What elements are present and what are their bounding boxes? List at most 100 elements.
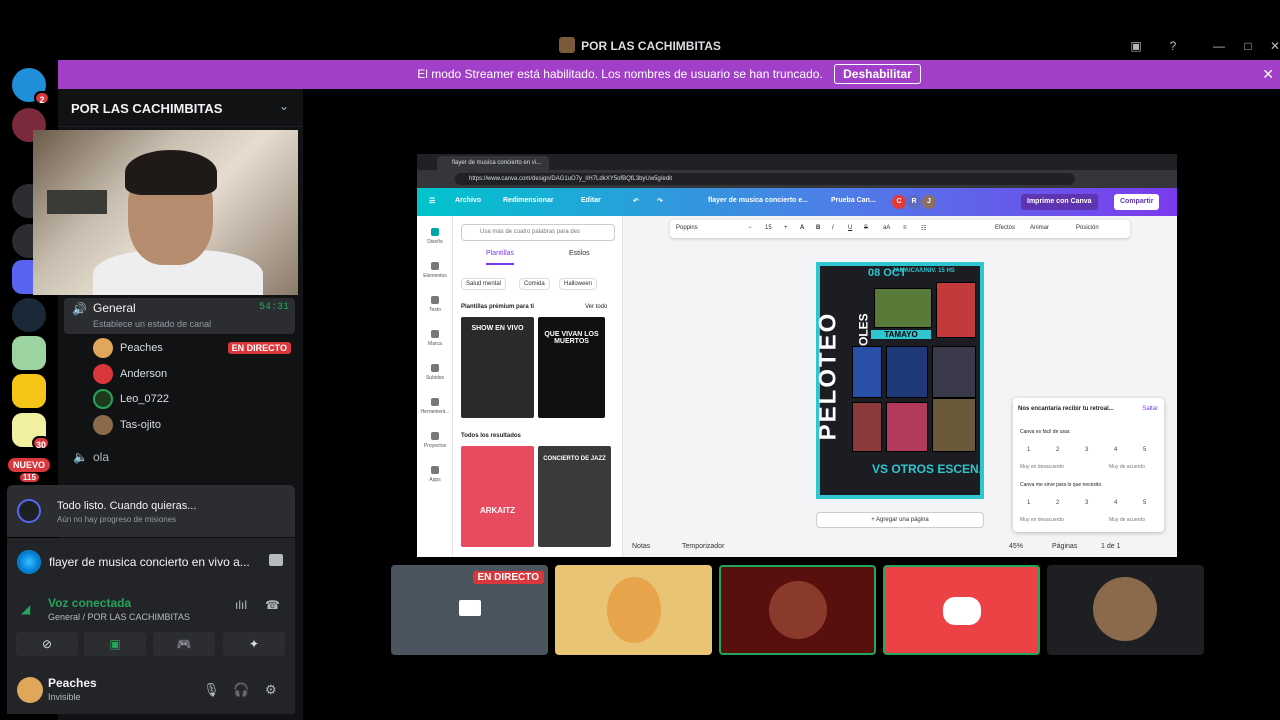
- inbox-icon[interactable]: ▣: [1127, 38, 1145, 54]
- survey-skip-button[interactable]: Saltar: [1142, 406, 1158, 412]
- microphone-icon[interactable]: 🎙: [203, 682, 220, 698]
- nav-design[interactable]: Diseño: [417, 228, 453, 245]
- align-icon[interactable]: ≡: [903, 225, 907, 231]
- live-badge[interactable]: EN DIRECTO: [227, 342, 291, 354]
- effects-button[interactable]: Efectos: [995, 225, 1015, 231]
- redo-icon[interactable]: ↷: [657, 197, 663, 205]
- menu-edit[interactable]: Editar: [581, 197, 601, 204]
- minimize-button[interactable]: —: [1210, 38, 1228, 54]
- participant-tile-user[interactable]: [1047, 565, 1204, 655]
- gear-icon[interactable]: ⚙: [265, 682, 277, 698]
- url-field[interactable]: https://www.canva.com/design/DAG1uO7y_l/…: [455, 173, 1075, 185]
- template-thumbnail[interactable]: SHOW EN VIVO: [461, 317, 534, 418]
- poster-bottom-text[interactable]: VS OTROS ESCENARIOS: [872, 462, 984, 476]
- rating-option[interactable]: 2: [1056, 500, 1059, 506]
- rating-option[interactable]: 1: [1027, 500, 1030, 506]
- stream-screen-icon[interactable]: [269, 554, 283, 566]
- pages-button[interactable]: Páginas: [1052, 543, 1077, 550]
- rating-option[interactable]: 5: [1143, 500, 1146, 506]
- tab-templates[interactable]: Plantillas: [486, 250, 515, 265]
- poster-photo[interactable]: [852, 402, 882, 452]
- template-thumbnail[interactable]: QUE VIVAN LOS MUERTOS: [538, 317, 605, 418]
- tab-styles[interactable]: Estilos: [569, 250, 590, 257]
- position-button[interactable]: Posición: [1076, 225, 1099, 231]
- poster-photo[interactable]: [936, 282, 976, 338]
- template-thumbnail[interactable]: CONCIERTO DE JAZZ: [538, 446, 611, 547]
- letter-case-icon[interactable]: aA: [883, 225, 890, 231]
- poster-name[interactable]: TAMAYO: [871, 330, 931, 339]
- list-icon[interactable]: ☷: [921, 225, 926, 232]
- font-size-input[interactable]: 15: [765, 225, 772, 231]
- share-screen-button[interactable]: ▣: [84, 632, 146, 656]
- see-all-link[interactable]: Ver todo: [585, 304, 607, 310]
- camera-off-button[interactable]: ⊘: [16, 632, 78, 656]
- server-icon-7[interactable]: [12, 336, 46, 370]
- participant-tile-speaking[interactable]: [719, 565, 876, 655]
- channel-status[interactable]: Establece un estado de canal: [93, 319, 211, 329]
- soundboard-button[interactable]: ✦: [223, 632, 285, 656]
- collaborator-avatar[interactable]: R: [907, 195, 921, 209]
- screen-share-view[interactable]: flayer de musica concierto en vi... http…: [417, 154, 1177, 557]
- voice-connected-label[interactable]: Voz conectada: [48, 596, 131, 610]
- add-page-button[interactable]: + Agregar una página: [816, 512, 984, 528]
- share-button[interactable]: Compartir: [1114, 194, 1160, 210]
- rating-option[interactable]: 4: [1114, 500, 1117, 506]
- template-thumbnail[interactable]: ARKAITZ: [461, 446, 534, 547]
- zoom-level[interactable]: 45%: [1009, 543, 1023, 550]
- notes-button[interactable]: Notas: [632, 543, 650, 550]
- help-icon[interactable]: ?: [1164, 38, 1182, 54]
- poster-photo[interactable]: [852, 346, 882, 398]
- rating-option[interactable]: 5: [1143, 447, 1146, 453]
- participant-tile-stream[interactable]: EN DIRECTO: [391, 565, 548, 655]
- font-select[interactable]: Poppins: [676, 225, 698, 231]
- nav-tools[interactable]: Herramient...: [417, 398, 453, 415]
- font-size-increase[interactable]: +: [784, 225, 788, 231]
- rating-option[interactable]: 2: [1056, 447, 1059, 453]
- close-window-button[interactable]: ✕: [1266, 38, 1280, 54]
- disconnect-icon[interactable]: ☎: [265, 598, 280, 612]
- voice-member[interactable]: Leo_0722: [93, 389, 293, 411]
- user-panel[interactable]: Peaches Invisible 🎙 🎧 ⚙: [7, 666, 295, 714]
- nav-text[interactable]: Texto: [417, 296, 453, 313]
- noise-suppression-icon[interactable]: ılıl: [235, 598, 247, 612]
- voice-member[interactable]: Anderson: [93, 364, 293, 386]
- animate-button[interactable]: Animar: [1030, 225, 1049, 231]
- font-size-decrease[interactable]: −: [748, 225, 752, 231]
- filter-chip[interactable]: Halloween: [559, 278, 598, 290]
- menu-resize[interactable]: Redimensionar: [503, 197, 554, 204]
- template-search-input[interactable]: Usa más de cuatro palabras para des: [461, 224, 615, 241]
- menu-file[interactable]: Archivo: [455, 197, 481, 204]
- server-icon-9[interactable]: 30: [12, 413, 50, 450]
- undo-icon[interactable]: ↶: [633, 197, 639, 205]
- print-button[interactable]: Imprime con Canva: [1021, 194, 1098, 210]
- maximize-button[interactable]: □: [1239, 38, 1257, 54]
- close-icon[interactable]: ✕: [1262, 60, 1274, 89]
- poster-photo[interactable]: [932, 346, 976, 398]
- quest-panel[interactable]: Todo listo. Cuando quieras... Aún no hay…: [7, 485, 295, 537]
- trial-link[interactable]: Prueba Can...: [831, 197, 876, 204]
- participant-tile-discord[interactable]: [883, 565, 1040, 655]
- nav-brand[interactable]: Marca: [417, 330, 453, 347]
- document-title[interactable]: flayer de musica concierto e...: [708, 197, 808, 204]
- headphones-icon[interactable]: 🎧: [233, 682, 249, 698]
- rating-option[interactable]: 3: [1085, 500, 1088, 506]
- server-icon-8[interactable]: [12, 374, 46, 408]
- voice-member[interactable]: Tas-ojito: [93, 415, 293, 437]
- underline-icon[interactable]: U: [848, 225, 852, 231]
- nav-apps[interactable]: Apps: [417, 466, 453, 483]
- bold-icon[interactable]: B: [816, 225, 820, 231]
- design-canvas-poster[interactable]: PELOTEO MIERCOLES 08 OCT JAMAICA/UNIV. 1…: [816, 262, 984, 499]
- voice-member[interactable]: Peaches EN DIRECTO: [93, 338, 293, 360]
- hamburger-icon[interactable]: ☰: [429, 197, 435, 205]
- poster-photo[interactable]: [886, 402, 928, 452]
- server-icon-6[interactable]: [12, 298, 46, 332]
- poster-main-text[interactable]: PELOTEO: [816, 312, 842, 441]
- nav-projects[interactable]: Proyectos: [417, 432, 453, 449]
- collaborator-avatar[interactable]: C: [892, 195, 906, 209]
- italic-icon[interactable]: I: [832, 225, 834, 231]
- poster-venue[interactable]: JAMAICA/UNIV. 15 HS: [892, 268, 955, 274]
- server-icon-1[interactable]: 2: [12, 68, 50, 105]
- voice-channel-ola[interactable]: 🔈 ola: [64, 447, 295, 469]
- timer-button[interactable]: Temporizador: [682, 543, 724, 550]
- participant-tile-peaches[interactable]: [555, 565, 712, 655]
